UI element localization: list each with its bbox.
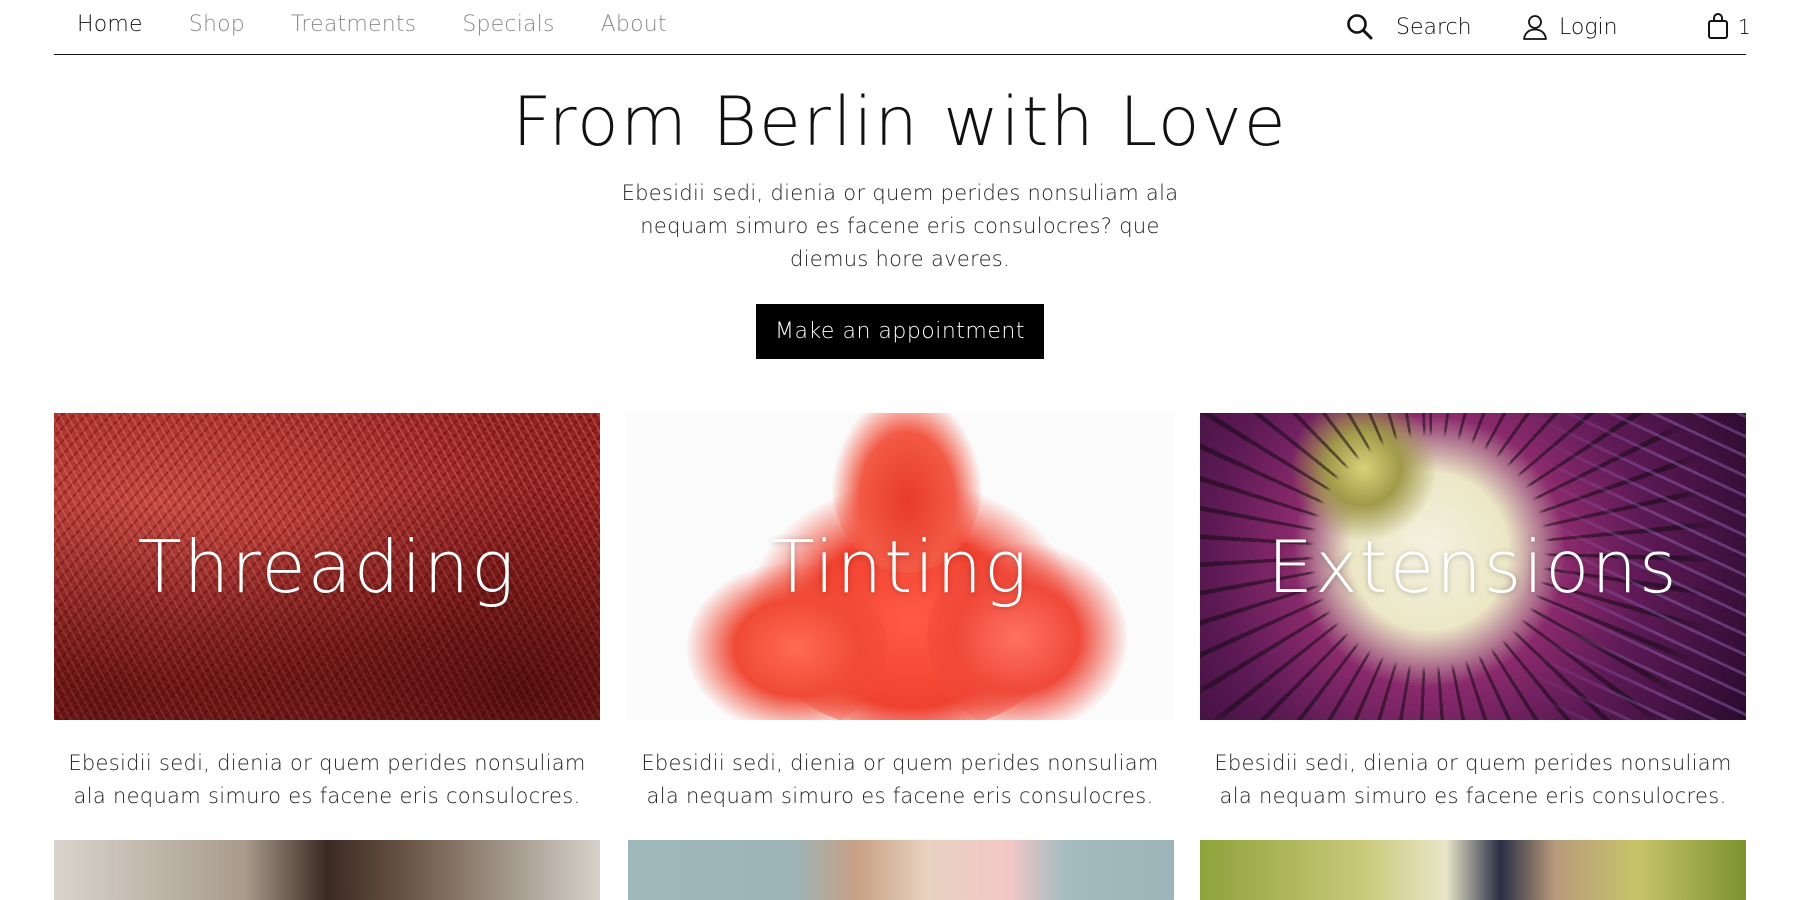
search-label: Search [1396,14,1472,40]
nav-treatments-link[interactable]: Treatments [291,12,416,37]
threading-card-image[interactable]: Threading [54,413,600,720]
nav-shop-link[interactable]: Shop [189,12,245,37]
shopping-bag-icon [1706,13,1730,41]
search-icon [1346,13,1374,41]
tinting-card-text: Ebesidii sedi, dienia or quem perides no… [641,751,1159,808]
tinting-card-image[interactable]: Tinting [627,413,1173,720]
extensions-card-image[interactable]: Extensions [1200,413,1746,720]
extensions-card-text: Ebesidii sedi, dienia or quem perides no… [1214,751,1732,808]
cart-button[interactable]: 1 [1706,10,1751,44]
threading-card-title: Threading [137,525,517,609]
card-image-row2-3[interactable] [1200,840,1746,900]
login-button[interactable]: Login [1521,10,1618,44]
card-image-row2-2[interactable] [628,840,1174,900]
nav-home-link[interactable]: Home [77,12,143,37]
extensions-card-title: Extensions [1267,525,1679,609]
nav-links: Home Shop Treatments Specials About [77,12,667,37]
tinting-card-title: Tinting [770,525,1030,609]
make-appointment-button[interactable]: Make an appointment [756,304,1044,359]
cart-count: 1 [1738,15,1751,39]
top-navigation: Home Shop Treatments Specials About Sear… [54,0,1751,55]
hero-description: Ebesidii sedi, dienia or quem perides no… [621,181,1179,271]
card-image-row2-1[interactable] [54,840,600,900]
user-icon [1521,13,1549,41]
nav-about-link[interactable]: About [601,12,667,37]
login-label: Login [1559,14,1618,40]
nav-specials-link[interactable]: Specials [462,12,554,37]
nav-utilities: Search Login 1 [1346,10,1751,44]
search-button[interactable]: Search [1346,10,1472,44]
threading-card-text: Ebesidii sedi, dienia or quem perides no… [68,751,586,808]
page-title: From Berlin with Love [512,83,1288,162]
